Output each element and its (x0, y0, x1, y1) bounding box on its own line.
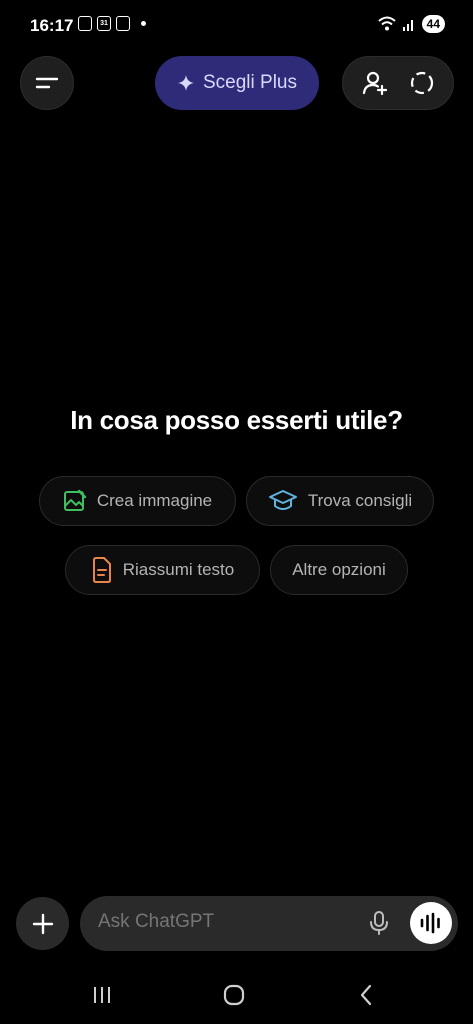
sparkle-icon (178, 75, 194, 91)
voice-waveform-icon (420, 912, 440, 934)
add-attachment-button[interactable] (16, 897, 69, 950)
back-icon (360, 984, 372, 1006)
chip-find-advice[interactable]: Trova consigli (246, 476, 434, 526)
header-actions (342, 56, 454, 110)
more-notifications-dot-icon (141, 21, 146, 26)
chip-summarize-text-label: Riassumi testo (122, 560, 235, 579)
signal-icon (402, 20, 413, 31)
dictation-button[interactable] (362, 906, 396, 940)
add-person-icon (362, 71, 387, 96)
microphone-icon (370, 911, 388, 935)
status-system-icons: 44 (377, 15, 445, 33)
voice-mode-button[interactable] (410, 902, 452, 944)
calendar-notification-icon: 31 (97, 16, 111, 31)
system-navigation-bar (0, 965, 473, 1024)
document-icon (92, 557, 111, 583)
graduation-cap-icon (268, 490, 297, 510)
chip-more-options[interactable]: Altre opzioni (270, 545, 408, 595)
home-button[interactable] (214, 979, 254, 1011)
chip-create-image-label: Crea immagine (96, 491, 213, 510)
menu-icon (35, 77, 59, 89)
upgrade-plus-button[interactable]: Scegli Plus (155, 56, 319, 110)
chip-more-options-label: Altre opzioni (292, 560, 386, 579)
temporary-chat-icon (410, 71, 433, 95)
status-time: 16:17 (30, 16, 74, 35)
image-edit-icon (63, 489, 87, 511)
status-notification-icons: 31 (78, 16, 146, 31)
back-button[interactable] (346, 979, 386, 1011)
recent-apps-button[interactable] (82, 979, 122, 1011)
chip-find-advice-label: Trova consigli (307, 491, 413, 510)
wifi-icon (377, 16, 396, 31)
plus-icon (32, 913, 53, 934)
recent-apps-icon (94, 987, 110, 1003)
sidebar-menu-button[interactable] (20, 56, 74, 110)
gallery-notification-icon (78, 16, 92, 31)
status-bar: 16:17 31 44 (0, 0, 473, 52)
chip-summarize-text[interactable]: Riassumi testo (65, 545, 260, 595)
add-person-button[interactable] (354, 62, 396, 104)
chip-create-image[interactable]: Crea immagine (39, 476, 236, 526)
home-icon (223, 984, 245, 1006)
upgrade-plus-label: Scegli Plus (203, 72, 297, 93)
battery-indicator: 44 (421, 15, 445, 33)
composer (80, 896, 458, 951)
message-input[interactable] (98, 911, 348, 933)
temporary-chat-button[interactable] (401, 62, 443, 104)
app-notification-icon (116, 16, 130, 31)
welcome-headline: In cosa posso esserti utile? (70, 405, 403, 435)
